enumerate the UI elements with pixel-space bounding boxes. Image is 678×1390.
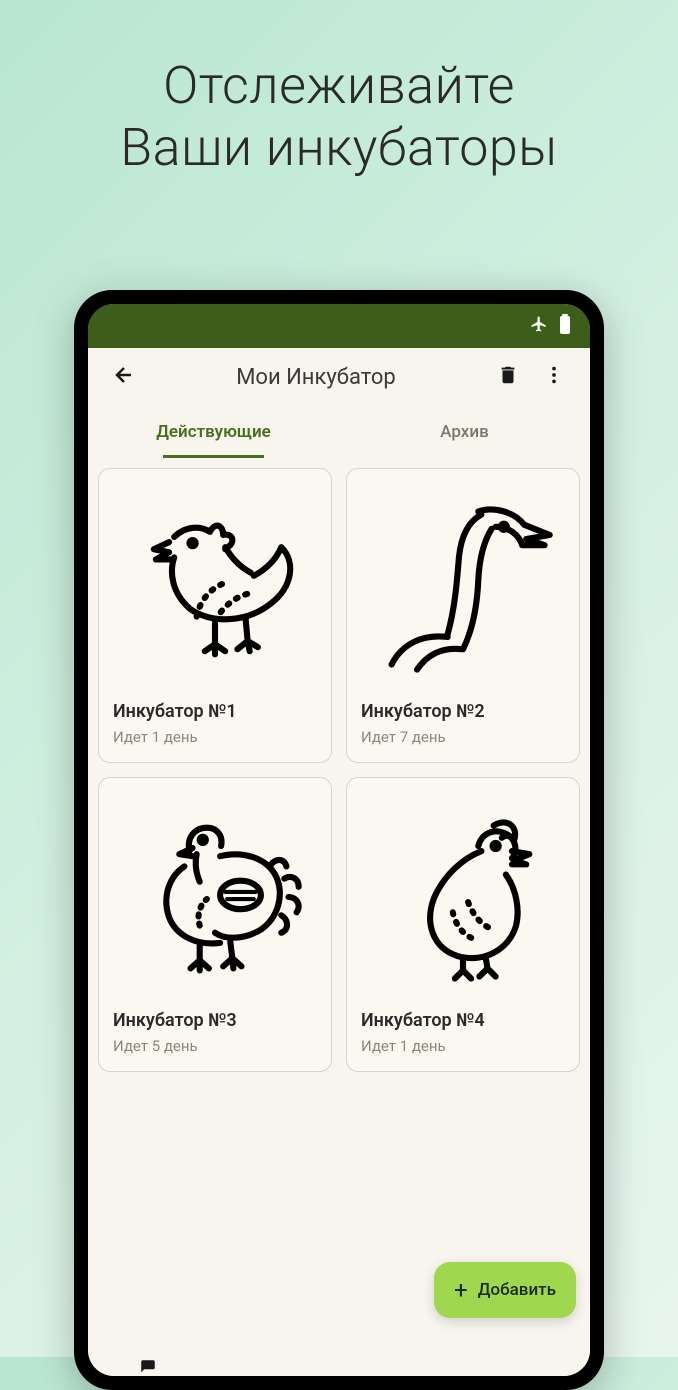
nav-item-icon[interactable] <box>118 1358 178 1376</box>
chicken-icon <box>113 483 317 693</box>
bottom-nav-peek <box>88 1340 590 1376</box>
turkey-icon <box>113 792 317 1002</box>
arrow-back-icon <box>112 363 136 391</box>
card-subtitle: Идет 7 день <box>361 728 565 746</box>
trash-icon <box>497 364 519 390</box>
card-title: Инкубатор №3 <box>113 1010 317 1031</box>
incubator-card[interactable]: Инкубатор №2 Идет 7 день <box>346 468 580 763</box>
tab-archive-label: Архив <box>440 422 488 442</box>
card-title: Инкубатор №2 <box>361 701 565 722</box>
fab-label: Добавить <box>478 1280 556 1300</box>
card-subtitle: Идет 1 день <box>361 1037 565 1055</box>
page-title: Мои Инкубатор <box>152 365 480 390</box>
delete-button[interactable] <box>490 359 526 395</box>
more-options-button[interactable] <box>536 359 572 395</box>
incubator-card[interactable]: Инкубатор №4 Идет 1 день <box>346 777 580 1072</box>
more-vert-icon <box>543 364 565 390</box>
status-bar <box>88 304 590 348</box>
add-button[interactable]: + Добавить <box>434 1262 576 1318</box>
back-button[interactable] <box>106 359 142 395</box>
tab-active-label: Действующие <box>156 422 271 442</box>
goose-icon <box>361 483 565 693</box>
incubator-card[interactable]: Инкубатор №1 Идет 1 день <box>98 468 332 763</box>
battery-icon <box>558 314 572 338</box>
tab-active[interactable]: Действующие <box>88 406 339 458</box>
promo-line-1: Отслеживайте <box>0 55 678 117</box>
incubator-card[interactable]: Инкубатор №3 Идет 5 день <box>98 777 332 1072</box>
quail-icon <box>361 792 565 1002</box>
content-area: Инкубатор №1 Идет 1 день <box>88 458 590 1376</box>
phone-mockup-frame: Мои Инкубатор Действующие Архив <box>74 290 604 1390</box>
card-title: Инкубатор №4 <box>361 1010 565 1031</box>
promo-line-2: Ваши инкубаторы <box>0 117 678 179</box>
card-subtitle: Идет 5 день <box>113 1037 317 1055</box>
airplane-mode-icon <box>530 315 548 337</box>
tab-archive[interactable]: Архив <box>339 406 590 458</box>
plus-icon: + <box>454 1278 468 1302</box>
promo-headline: Отслеживайте Ваши инкубаторы <box>0 0 678 180</box>
phone-screen: Мои Инкубатор Действующие Архив <box>88 304 590 1376</box>
incubator-grid: Инкубатор №1 Идет 1 день <box>98 468 580 1072</box>
card-title: Инкубатор №1 <box>113 701 317 722</box>
tabs-bar: Действующие Архив <box>88 406 590 458</box>
app-bar: Мои Инкубатор <box>88 348 590 406</box>
card-subtitle: Идет 1 день <box>113 728 317 746</box>
